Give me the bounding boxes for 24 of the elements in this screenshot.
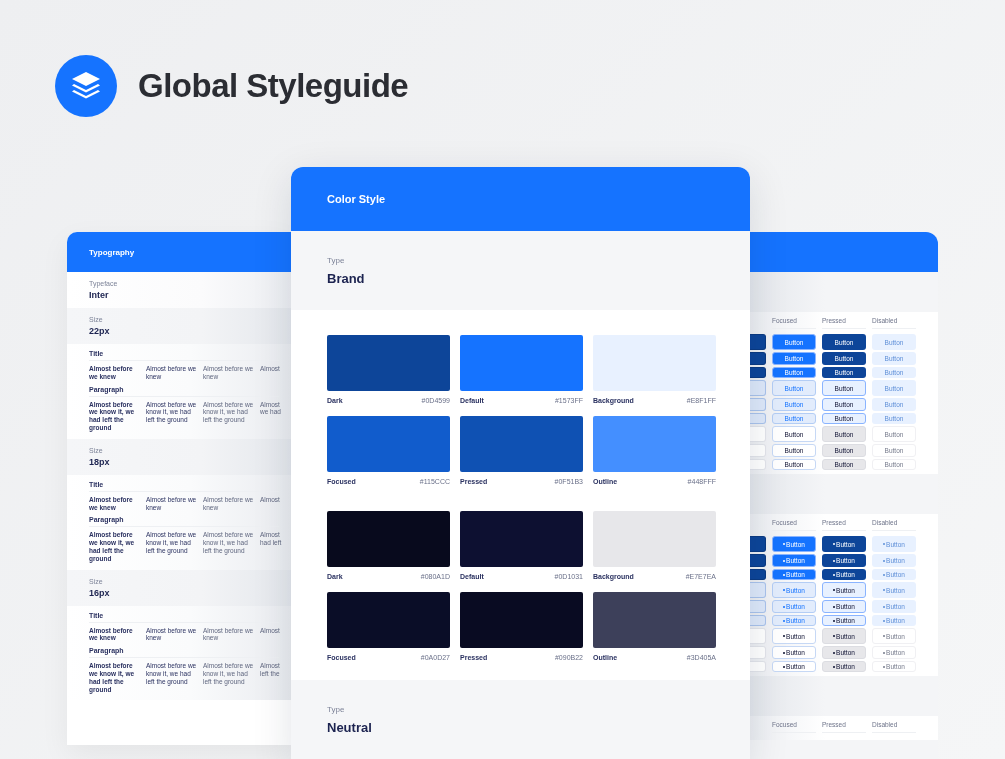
- button-sample: [750, 569, 766, 580]
- button-sample: [750, 367, 766, 378]
- button-sample: [750, 615, 766, 626]
- button-sample: [750, 536, 766, 552]
- size-value: 16px: [89, 587, 111, 598]
- card-title: Typography: [89, 247, 135, 257]
- logo-icon: [55, 55, 117, 117]
- type-value: Neutral: [327, 719, 373, 735]
- button-sample: [750, 582, 766, 598]
- size-value: 22px: [89, 326, 111, 336]
- typeface-value: Inter: [89, 290, 110, 300]
- button-sample: [750, 334, 766, 350]
- section-label: Type: [327, 255, 346, 265]
- button-sample: [750, 398, 766, 411]
- button-sample: [750, 380, 766, 396]
- button-sample: [750, 554, 766, 567]
- button-sample: [750, 352, 766, 365]
- type-value: Brand: [327, 270, 366, 286]
- size-value: 18px: [89, 456, 111, 467]
- button-sample: [750, 413, 766, 424]
- card-title: Color Style: [327, 193, 386, 205]
- button-sample: [750, 600, 766, 613]
- section-label: Type: [327, 704, 346, 714]
- page-title: Global Styleguide: [138, 67, 409, 105]
